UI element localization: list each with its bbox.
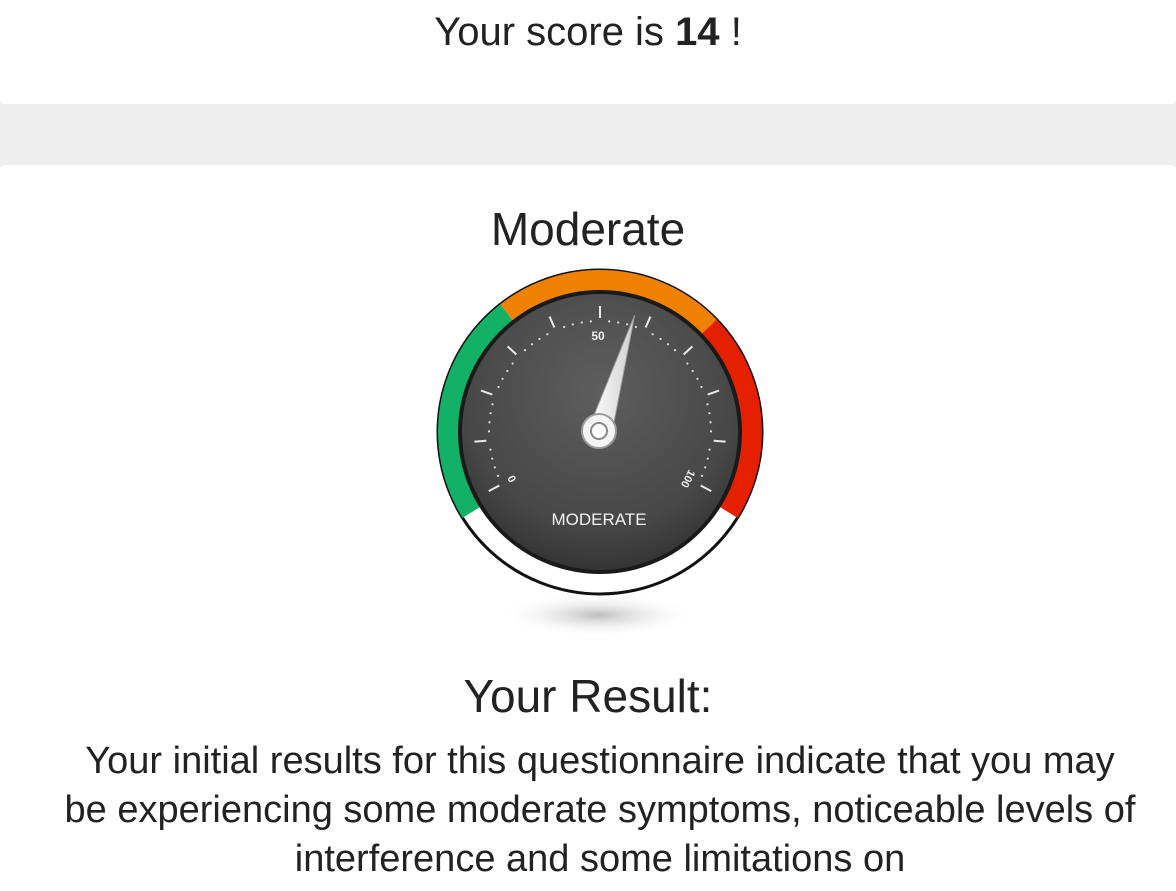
score-gauge: 50 0 100 MODERATE [436, 268, 764, 635]
gauge-minor-tick [706, 403, 709, 406]
gauge-minor-tick [673, 349, 677, 352]
gauge-minor-tick [708, 448, 711, 451]
gauge-tick-label-mid: 50 [591, 329, 605, 343]
result-description: Your initial results for this questionna… [64, 740, 1136, 880]
gauge-minor-tick [571, 323, 574, 326]
score-text: Your score is 14 ! [0, 10, 1176, 54]
gauge-minor-tick [538, 337, 541, 341]
gauge-level-label: MODERATE [551, 510, 646, 529]
gauge-minor-tick [706, 457, 709, 460]
gauge-minor-tick [708, 412, 711, 415]
gauge-minor-tick [666, 343, 670, 346]
gauge-minor-tick [659, 337, 662, 341]
gauge-minor-tick [489, 448, 492, 451]
gauge-major-tick [474, 439, 487, 443]
gauge-minor-tick [487, 430, 491, 433]
gauge-minor-tick [496, 474, 500, 477]
score-prefix: Your score is [434, 10, 664, 54]
gauge-minor-tick [506, 369, 509, 373]
gauge-minor-tick [530, 343, 534, 346]
gauge-minor-tick [700, 385, 703, 389]
score-card: Your score is 14 ! [0, 0, 1176, 104]
gauge-minor-tick [546, 333, 549, 336]
gauge-minor-tick [491, 457, 494, 460]
gauge-minor-tick [651, 333, 654, 336]
gauge-minor-tick [488, 421, 491, 424]
gauge-minor-tick [501, 377, 504, 380]
score-suffix: ! [730, 10, 742, 54]
gauge-minor-tick [511, 362, 514, 365]
gauge-minor-tick [493, 466, 496, 469]
gauge-minor-tick [491, 403, 494, 406]
gauge-minor-tick [686, 362, 689, 365]
result-heading: Your Result: [463, 670, 713, 722]
gauge-minor-tick [608, 320, 611, 323]
gauge-minor-tick [489, 412, 492, 415]
gauge-hub-inner [590, 422, 608, 440]
gauge-minor-tick [634, 325, 638, 329]
gauge-major-tick [713, 439, 726, 443]
gauge-minor-tick [696, 377, 699, 380]
result-card: Moderate 50 0 100 MODERATE Your Result: … [0, 165, 1176, 891]
score-value: 14 [675, 10, 720, 54]
gauge-minor-tick [704, 466, 707, 469]
gauge-minor-tick [589, 320, 592, 323]
gauge-minor-tick [617, 321, 620, 324]
result-level-title: Moderate [490, 203, 686, 255]
gauge-minor-tick [523, 349, 527, 352]
gauge-minor-tick [709, 430, 713, 433]
gauge-minor-tick [700, 474, 704, 477]
gauge-minor-tick [580, 321, 583, 324]
gauge-minor-tick [691, 369, 694, 373]
gauge-reflection [498, 593, 698, 635]
gauge-minor-tick [626, 323, 629, 326]
gauge-minor-tick [497, 385, 500, 389]
gauge-minor-tick [709, 421, 712, 424]
gauge-minor-tick [562, 325, 566, 329]
